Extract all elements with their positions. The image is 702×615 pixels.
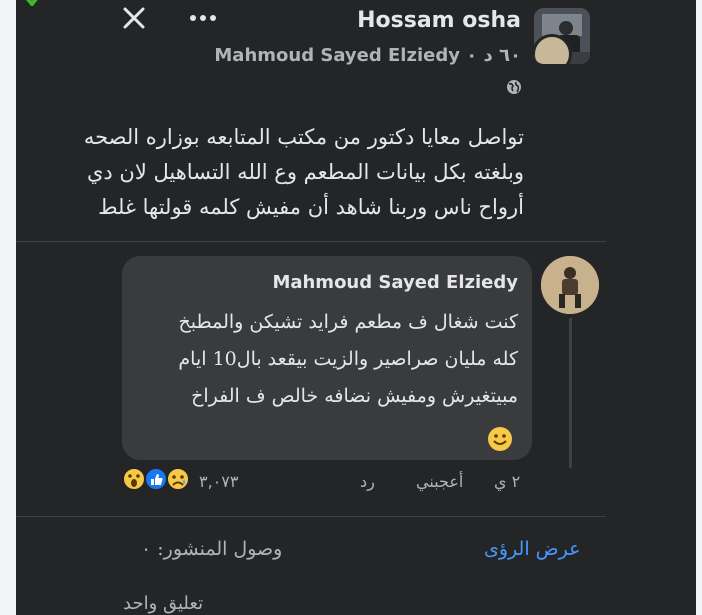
post-reach-label: وصول المنشور: ٠ xyxy=(141,538,283,560)
more-options-icon[interactable] xyxy=(188,12,218,24)
comment-text-line: كله مليان صراصير والزيت بيقعد بال10 ايام xyxy=(178,348,518,370)
smile-emoji-icon xyxy=(488,427,512,451)
post-text-line: تواصل معايا دكتور من مكتب المتابعه بوزار… xyxy=(83,125,524,149)
comment-time: ٢ ي xyxy=(494,472,521,491)
view-insights-link[interactable]: عرض الرؤى xyxy=(484,538,580,560)
like-reaction-icon xyxy=(144,467,168,491)
sad-reaction-icon xyxy=(166,467,190,491)
post-text-line: أرواح ناس وربنا شاهد أن مفيش كلمه قولتها… xyxy=(98,195,524,219)
post-author-avatar[interactable] xyxy=(534,8,590,64)
post-detail-panel: Hossam osha Mahmoud Sayed Elziedy ۰ ٦٠ د… xyxy=(16,0,696,615)
reactions-icons[interactable] xyxy=(121,466,201,492)
reply-button[interactable]: رد xyxy=(360,472,375,491)
comment-text-line: مبيتغيرش ومفيش نضافه خالص ف الفراخ xyxy=(191,385,518,407)
reaction-count[interactable]: ٣,٠٧٣ xyxy=(199,472,238,491)
avatar-image xyxy=(541,256,599,314)
comment-text-line: كنت شغال ف مطعم فرايد تشيكن والمطبخ xyxy=(178,311,518,333)
post-meta-time: ۰ ٦٠ د xyxy=(466,45,521,66)
post-meta: Mahmoud Sayed Elziedy ۰ ٦٠ د xyxy=(214,45,521,66)
comment-body-text: كنت شغال ف مطعم فرايد تشيكن والمطبخ كله … xyxy=(128,304,518,415)
globe-icon xyxy=(507,80,521,94)
comment-author-avatar[interactable] xyxy=(541,256,599,314)
post-meta-name[interactable]: Mahmoud Sayed Elziedy xyxy=(214,45,460,66)
divider xyxy=(16,241,606,242)
comment-count-label[interactable]: تعليق واحد xyxy=(123,593,203,614)
check-icon xyxy=(26,0,38,6)
close-icon[interactable] xyxy=(119,3,149,33)
post-text-line: وبلغته بكل بيانات المطعم وع الله التساهي… xyxy=(86,160,524,184)
like-button[interactable]: أعجبني xyxy=(416,472,463,491)
wow-reaction-icon xyxy=(122,467,146,491)
thread-line xyxy=(569,318,572,468)
divider xyxy=(16,516,606,517)
post-body-text: تواصل معايا دكتور من مكتب المتابعه بوزار… xyxy=(16,120,524,225)
post-author-name[interactable]: Hossam osha xyxy=(357,8,521,33)
comment-bubble: Mahmoud Sayed Elziedy كنت شغال ف مطعم فر… xyxy=(122,256,532,460)
comment-author-name[interactable]: Mahmoud Sayed Elziedy xyxy=(272,272,518,293)
